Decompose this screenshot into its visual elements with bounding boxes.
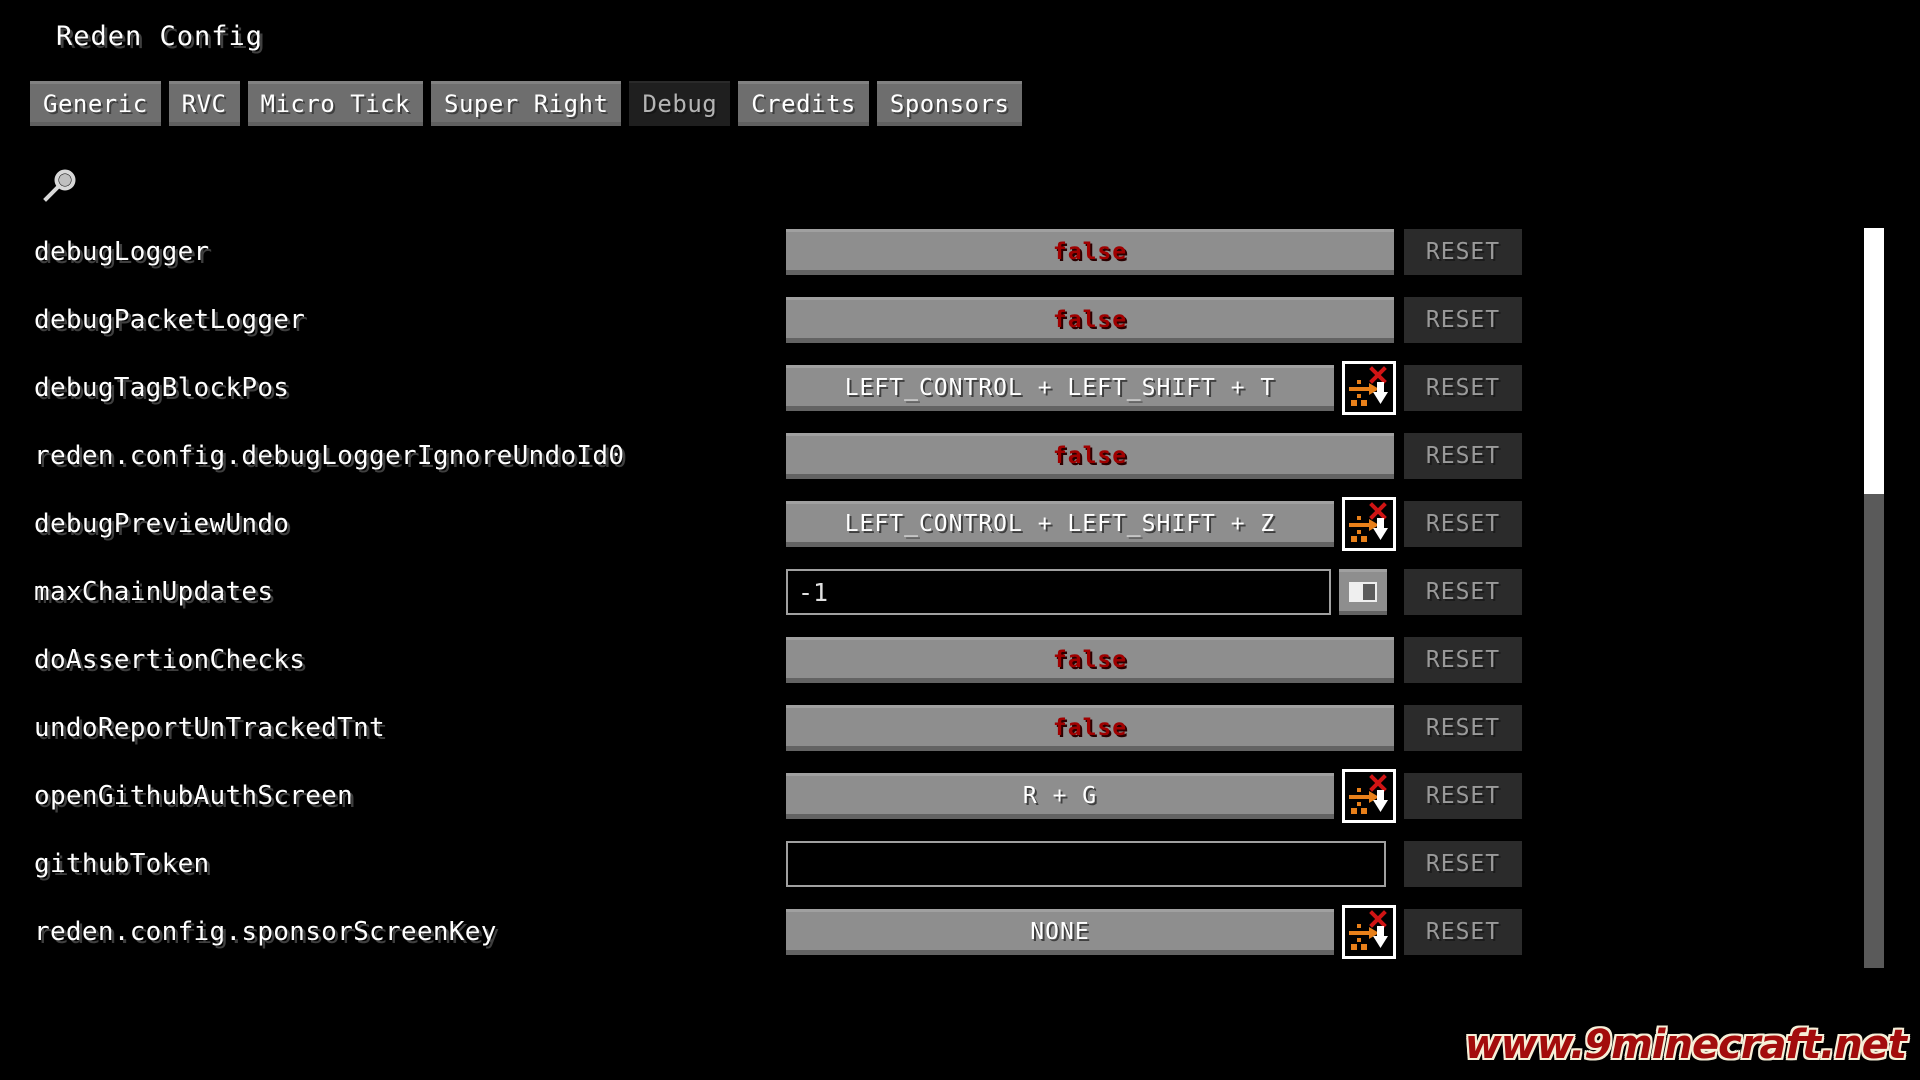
config-value-toggle-button[interactable]: false	[786, 637, 1394, 683]
tab-micro-tick[interactable]: Micro Tick	[248, 81, 424, 126]
config-row: doAssertionChecks false RESET	[0, 636, 1540, 684]
reset-button: RESET	[1404, 773, 1522, 819]
config-value-toggle-button[interactable]: false	[786, 433, 1394, 479]
tab-generic[interactable]: Generic	[30, 81, 161, 126]
config-value-textfield[interactable]	[786, 841, 1386, 887]
config-value-keybind-button[interactable]: LEFT_CONTROL + LEFT_SHIFT + T	[786, 365, 1334, 411]
config-row-control: false	[786, 637, 1394, 683]
config-row-control: false	[786, 229, 1394, 275]
config-value-textfield[interactable]: -1	[786, 569, 1331, 615]
scrollbar-thumb[interactable]	[1864, 228, 1884, 494]
keybind-conflict-icon[interactable]	[1342, 905, 1396, 959]
config-row-label: maxChainUpdates	[34, 577, 274, 607]
config-row-control: false	[786, 705, 1394, 751]
config-row-label: reden.config.debugLoggerIgnoreUndoId0	[34, 441, 625, 471]
keybind-conflict-icon[interactable]	[1342, 769, 1396, 823]
reset-button: RESET	[1404, 433, 1522, 479]
config-value-toggle-button[interactable]: false	[786, 705, 1394, 751]
config-screen: Reden Config Generic RVC Micro Tick Super R…	[0, 0, 1920, 1080]
page-title: Reden Config	[56, 21, 264, 52]
config-value-keybind-button[interactable]: NONE	[786, 909, 1334, 955]
config-row-label: undoReportUnTrackedTnt	[34, 713, 385, 743]
reset-button: RESET	[1404, 297, 1522, 343]
reset-button: RESET	[1404, 569, 1522, 615]
config-row: githubToken RESET	[0, 840, 1540, 888]
scrollbar-track[interactable]	[1864, 228, 1884, 968]
config-row-control: -1	[786, 569, 1387, 615]
config-row: maxChainUpdates -1 RESET	[0, 568, 1540, 616]
config-row: openGithubAuthScreen R + G RESET	[0, 769, 1540, 823]
config-row: reden.config.sponsorScreenKey NONE RESET	[0, 905, 1540, 959]
config-row-list: debugLogger false RESET debugPacketLogger fa…	[0, 228, 1870, 968]
config-row-control	[786, 841, 1386, 887]
config-value-keybind-button[interactable]: LEFT_CONTROL + LEFT_SHIFT + Z	[786, 501, 1334, 547]
tab-bar: Generic RVC Micro Tick Super Right Debug Cred…	[30, 81, 1022, 126]
keybind-conflict-icon[interactable]	[1342, 497, 1396, 551]
config-row: debugPreviewUndo LEFT_CONTROL + LEFT_SHIF…	[0, 497, 1540, 551]
config-value-toggle-button[interactable]: false	[786, 297, 1394, 343]
reset-button: RESET	[1404, 365, 1522, 411]
config-row-control: NONE	[786, 905, 1396, 959]
tab-super-right[interactable]: Super Right	[431, 81, 621, 126]
reset-button: RESET	[1404, 909, 1522, 955]
config-row-control: LEFT_CONTROL + LEFT_SHIFT + T	[786, 361, 1396, 415]
reset-button: RESET	[1404, 705, 1522, 751]
reset-button: RESET	[1404, 229, 1522, 275]
reset-button: RESET	[1404, 501, 1522, 547]
config-row: debugPacketLogger false RESET	[0, 296, 1540, 344]
config-row-control: R + G	[786, 769, 1396, 823]
keybind-conflict-icon[interactable]	[1342, 361, 1396, 415]
config-row-label: doAssertionChecks	[34, 645, 306, 675]
config-row-label: debugTagBlockPos	[34, 373, 290, 403]
search-icon[interactable]	[40, 168, 80, 204]
reset-button: RESET	[1404, 637, 1522, 683]
config-row-label: debugPacketLogger	[34, 305, 306, 335]
tab-rvc[interactable]: RVC	[169, 81, 240, 126]
config-row-label: openGithubAuthScreen	[34, 781, 354, 811]
config-row: reden.config.debugLoggerIgnoreUndoId0 fal…	[0, 432, 1540, 480]
tab-sponsors[interactable]: Sponsors	[877, 81, 1023, 126]
tab-credits[interactable]: Credits	[738, 81, 869, 126]
config-row-control: LEFT_CONTROL + LEFT_SHIFT + Z	[786, 497, 1396, 551]
config-row-label: reden.config.sponsorScreenKey	[34, 917, 497, 947]
config-value-toggle-button[interactable]: false	[786, 229, 1394, 275]
config-row-control: false	[786, 297, 1394, 343]
config-row: debugLogger false RESET	[0, 228, 1540, 276]
reset-button: RESET	[1404, 841, 1522, 887]
config-row: undoReportUnTrackedTnt false RESET	[0, 704, 1540, 752]
slider-toggle-icon[interactable]	[1339, 569, 1387, 615]
config-row-label: debugLogger	[34, 237, 210, 267]
config-row-label: githubToken	[34, 849, 210, 879]
tab-debug[interactable]: Debug	[629, 81, 730, 126]
config-value-keybind-button[interactable]: R + G	[786, 773, 1334, 819]
watermark: www.9minecraft.net	[1464, 1022, 1907, 1068]
config-row: debugTagBlockPos LEFT_CONTROL + LEFT_SHIF…	[0, 361, 1540, 415]
config-row-label: debugPreviewUndo	[34, 509, 290, 539]
config-row-control: false	[786, 433, 1394, 479]
